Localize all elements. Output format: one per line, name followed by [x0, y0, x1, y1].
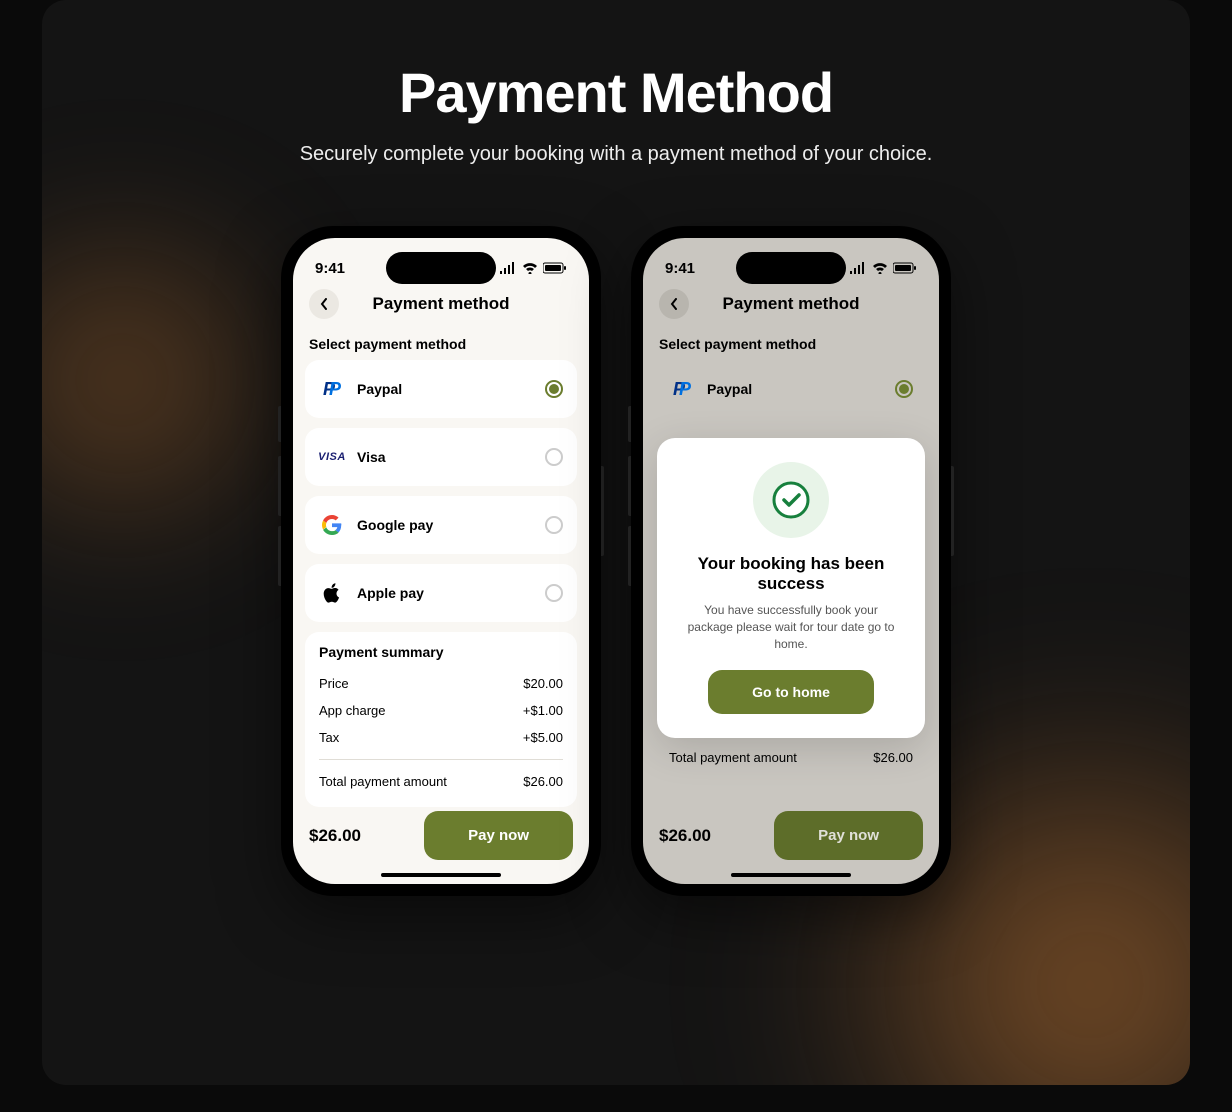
page-subtitle: Securely complete your booking with a pa…: [42, 143, 1190, 166]
summary-row-price: Price $20.00: [319, 670, 563, 697]
payment-method-visa[interactable]: VISA Visa: [305, 428, 577, 486]
section-label: Select payment method: [643, 328, 939, 360]
payment-method-google[interactable]: Google pay: [305, 496, 577, 554]
go-home-button[interactable]: Go to home: [708, 670, 874, 714]
header-title: Payment method: [373, 294, 510, 314]
back-button[interactable]: [309, 289, 339, 319]
phone-mockup-payment: 9:41 Payment method Select payment metho…: [281, 226, 601, 896]
status-time: 9:41: [665, 260, 695, 277]
radio-selected[interactable]: [545, 380, 563, 398]
payment-method-apple[interactable]: Apple pay: [305, 564, 577, 622]
method-name: Apple pay: [357, 585, 533, 601]
method-name: Visa: [357, 449, 533, 465]
summary-row-total: Total payment amount $26.00: [319, 768, 563, 795]
summary-row-tax: Tax +$5.00: [319, 724, 563, 751]
pay-now-button[interactable]: Pay now: [774, 811, 923, 860]
summary-row-appcharge: App charge +$1.00: [319, 697, 563, 724]
wifi-icon: [872, 262, 888, 274]
footer-total: $26.00: [309, 826, 361, 846]
chevron-left-icon: [670, 298, 678, 310]
success-icon-wrap: [753, 462, 829, 538]
header-title: Payment method: [723, 294, 860, 314]
page-title: Payment Method: [42, 60, 1190, 125]
pay-now-button[interactable]: Pay now: [424, 811, 573, 860]
summary-title: Payment summary: [319, 644, 563, 660]
method-name: Paypal: [707, 381, 883, 397]
method-name: Google pay: [357, 517, 533, 533]
apple-icon: [319, 582, 345, 604]
google-icon: [319, 514, 345, 536]
signal-icon: [499, 262, 517, 274]
footer-bar: $26.00 Pay now: [643, 795, 939, 884]
battery-icon: [893, 262, 917, 274]
phone-mockup-success: 9:41 Payment method Select payment metho…: [631, 226, 951, 896]
payment-method-paypal[interactable]: PP Paypal: [655, 360, 927, 418]
summary-row-total: Total payment amount $26.00: [669, 744, 913, 771]
radio-selected[interactable]: [895, 380, 913, 398]
method-name: Paypal: [357, 381, 533, 397]
home-indicator[interactable]: [731, 873, 851, 877]
radio-unselected[interactable]: [545, 584, 563, 602]
home-indicator[interactable]: [381, 873, 501, 877]
payment-summary: Payment summary Price $20.00 App charge …: [305, 632, 577, 807]
visa-icon: VISA: [319, 446, 345, 468]
modal-title: Your booking has been success: [675, 554, 907, 594]
footer-bar: $26.00 Pay now: [293, 795, 589, 884]
wifi-icon: [522, 262, 538, 274]
modal-description: You have successfully book your package …: [675, 602, 907, 652]
section-label: Select payment method: [293, 328, 589, 360]
status-time: 9:41: [315, 260, 345, 277]
paypal-icon: PP: [319, 378, 345, 400]
payment-method-paypal[interactable]: PP Paypal: [305, 360, 577, 418]
radio-unselected[interactable]: [545, 516, 563, 534]
success-modal: Your booking has been success You have s…: [657, 438, 925, 738]
signal-icon: [849, 262, 867, 274]
back-button[interactable]: [659, 289, 689, 319]
radio-unselected[interactable]: [545, 448, 563, 466]
paypal-icon: PP: [669, 378, 695, 400]
battery-icon: [543, 262, 567, 274]
check-circle-icon: [771, 480, 811, 520]
footer-total: $26.00: [659, 826, 711, 846]
chevron-left-icon: [320, 298, 328, 310]
